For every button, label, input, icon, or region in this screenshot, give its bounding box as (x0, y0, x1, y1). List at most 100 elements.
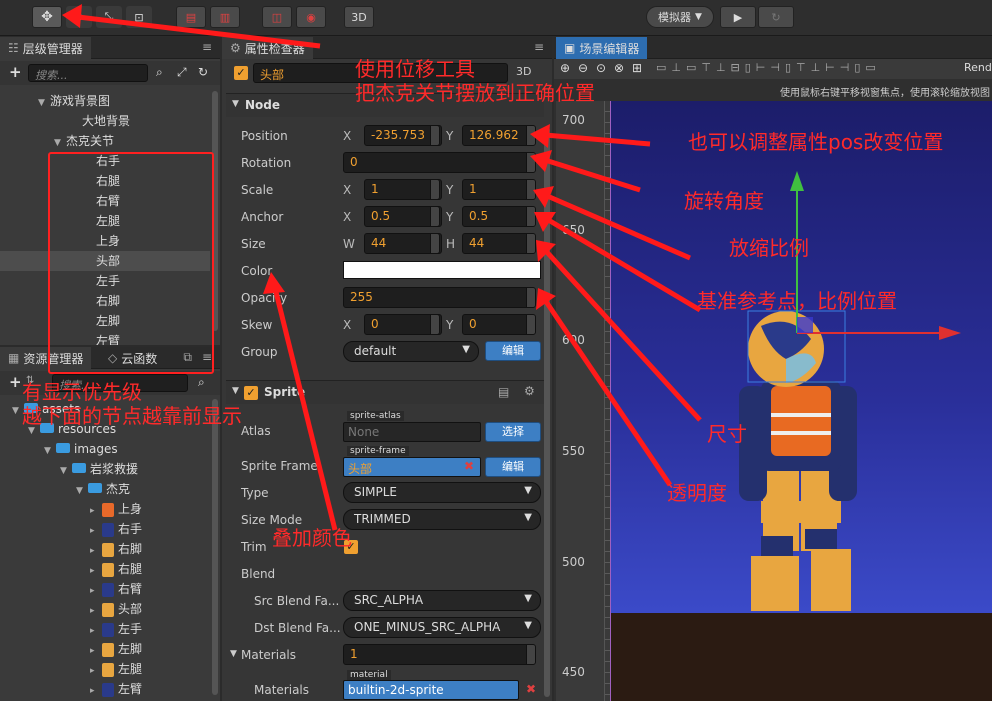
skew-y-stepper[interactable] (526, 314, 536, 335)
rect-tool-button[interactable]: ⊡ (126, 6, 152, 28)
materials-count-stepper[interactable] (526, 644, 536, 665)
group-edit-button[interactable]: 编辑 (485, 341, 541, 361)
dst-blend-select[interactable]: ONE_MINUS_SRC_ALPHA ▼ (343, 617, 541, 638)
position-x-stepper[interactable] (430, 125, 440, 146)
folder-item[interactable]: ▼ 岩浆救援 (60, 459, 138, 479)
scale-y-input[interactable]: 1 (462, 179, 530, 200)
hierarchy-search-input[interactable]: 搜索... (28, 64, 148, 82)
collapse-icon[interactable]: ⤢ (177, 65, 187, 80)
local-global-button[interactable]: ▥ (210, 6, 240, 28)
sprite-asset-item[interactable]: ▸ 右腿 (90, 559, 142, 579)
skew-x-stepper[interactable] (430, 314, 440, 335)
chevron-right-icon[interactable]: ▸ (90, 541, 102, 561)
hierarchy-node[interactable]: 大地背景 (0, 111, 210, 131)
clear-icon[interactable]: ✖ (526, 682, 536, 696)
sprite-frame-field[interactable]: 头部 (343, 457, 481, 477)
position-y-stepper[interactable] (526, 125, 536, 146)
refresh-icon[interactable]: ↻ (198, 65, 208, 79)
folder-item[interactable]: ▼ 杰克 (76, 479, 130, 499)
chevron-down-icon[interactable]: ▼ (230, 649, 237, 659)
sprite-asset-item[interactable]: ▸ 右臂 (90, 579, 142, 599)
chevron-down-icon[interactable]: ▼ (44, 441, 56, 461)
refresh-button[interactable]: ↻ (758, 6, 794, 28)
render-select[interactable]: Rend (964, 61, 992, 74)
rotation-stepper[interactable] (526, 152, 536, 173)
snap-button[interactable]: ◫ (262, 6, 292, 28)
align-icons[interactable]: ▭⊥▭⊤⊥⊟▯⊢⊣▯⊤⊥⊢⊣▯▭ (656, 61, 881, 74)
sprite-asset-item[interactable]: ▸ 右脚 (90, 539, 142, 559)
tab-scene-editor[interactable]: ▣ 场景编辑器 (556, 37, 648, 59)
chevron-right-icon[interactable]: ▸ (90, 661, 102, 681)
clear-icon[interactable]: ✖ (464, 459, 474, 473)
tab-inspector[interactable]: ⚙ 属性检查器 (222, 37, 313, 59)
size-h-stepper[interactable] (526, 233, 536, 254)
search-icon[interactable]: ⌕ (156, 65, 163, 80)
chevron-right-icon[interactable]: ▸ (90, 501, 102, 521)
chevron-down-icon[interactable]: ▼ (60, 461, 72, 481)
chevron-right-icon[interactable]: ▸ (90, 581, 102, 601)
rotation-input[interactable]: 0 (343, 152, 531, 173)
skew-y-input[interactable]: 0 (462, 314, 530, 335)
gear-icon[interactable]: ⚙ (524, 384, 535, 398)
add-asset-button[interactable]: + (9, 373, 22, 391)
material-field[interactable]: builtin-2d-sprite (343, 680, 519, 700)
zoom-fit-icon[interactable]: ⊗ (614, 61, 624, 75)
sprite-asset-item[interactable]: ▸ 头部 (90, 599, 142, 619)
sprite-asset-item[interactable]: ▸ 左手 (90, 619, 142, 639)
chevron-right-icon[interactable]: ▸ (90, 681, 102, 701)
hierarchy-node[interactable]: ▼ 杰克关节 (0, 131, 210, 151)
move-tool-button[interactable]: ✥ (32, 6, 62, 28)
size-mode-select[interactable]: TRIMMED ▼ (343, 509, 541, 530)
sprite-asset-item[interactable]: ▸ 左脚 (90, 639, 142, 659)
anchor-y-input[interactable]: 0.5 (462, 206, 530, 227)
assets-scrollbar[interactable] (212, 399, 218, 695)
anchor-y-stepper[interactable] (526, 206, 536, 227)
scale-y-stepper[interactable] (526, 179, 536, 200)
chevron-down-icon[interactable]: ▼ (54, 133, 66, 153)
play-button[interactable]: ▶ (720, 6, 756, 28)
color-swatch[interactable] (343, 261, 541, 279)
tab-hierarchy[interactable]: ☷ 层级管理器 (0, 37, 91, 59)
inspector-scrollbar[interactable] (544, 127, 550, 697)
zoom-reset-icon[interactable]: ⊙ (596, 61, 606, 75)
add-node-button[interactable]: + (9, 63, 22, 81)
anchor-x-stepper[interactable] (430, 206, 440, 227)
size-h-input[interactable]: 44 (462, 233, 530, 254)
size-w-stepper[interactable] (430, 233, 440, 254)
opacity-input[interactable]: 255 (343, 287, 531, 308)
sprite-asset-item[interactable]: ▸ 左腿 (90, 659, 142, 679)
sprite-section-header[interactable]: ▼ ✓ Sprite ▤ ⚙ (226, 380, 544, 404)
src-blend-select[interactable]: SRC_ALPHA ▼ (343, 590, 541, 611)
menu-icon[interactable]: ≡ (534, 40, 544, 54)
mode-3d-button[interactable]: 3D (344, 6, 374, 28)
atlas-select-button[interactable]: 选择 (485, 422, 541, 442)
zoom-in-icon[interactable]: ⊕ (560, 61, 570, 75)
sprite-asset-item[interactable]: ▸ 右手 (90, 519, 142, 539)
rect-select-icon[interactable]: ⊞ (632, 61, 642, 75)
book-icon[interactable]: ▤ (498, 385, 509, 399)
position-y-input[interactable]: 126.962 (462, 125, 530, 146)
sprite-asset-item[interactable]: ▸ 上身 (90, 499, 142, 519)
chevron-right-icon[interactable]: ▸ (90, 621, 102, 641)
sprite-frame-edit-button[interactable]: 编辑 (485, 457, 541, 477)
scene-viewport[interactable] (610, 101, 992, 701)
chevron-right-icon[interactable]: ▸ (90, 561, 102, 581)
scale-x-stepper[interactable] (430, 179, 440, 200)
scale-tool-button[interactable]: ⤡ (96, 6, 122, 28)
chevron-right-icon[interactable]: ▸ (90, 601, 102, 621)
sprite-asset-item[interactable]: ▸ 左臂 (90, 679, 142, 699)
node-3d-toggle[interactable]: 3D (516, 65, 531, 78)
chevron-right-icon[interactable]: ▸ (90, 641, 102, 661)
folder-item[interactable]: ▼ images (44, 439, 118, 459)
chevron-right-icon[interactable]: ▸ (90, 521, 102, 541)
chevron-down-icon[interactable]: ▼ (38, 93, 50, 113)
zoom-out-icon[interactable]: ⊖ (578, 61, 588, 75)
search-icon[interactable]: ⌕ (198, 375, 205, 390)
node-active-checkbox[interactable]: ✓ (234, 66, 248, 80)
menu-icon[interactable]: ≡ (202, 40, 212, 54)
pivot-button[interactable]: ▤ (176, 6, 206, 28)
opacity-stepper[interactable] (526, 287, 536, 308)
atlas-field[interactable]: None (343, 422, 481, 442)
rotate-tool-button[interactable]: ↻ (66, 6, 92, 28)
simulator-select[interactable]: 模拟器 ▼ (646, 6, 714, 28)
